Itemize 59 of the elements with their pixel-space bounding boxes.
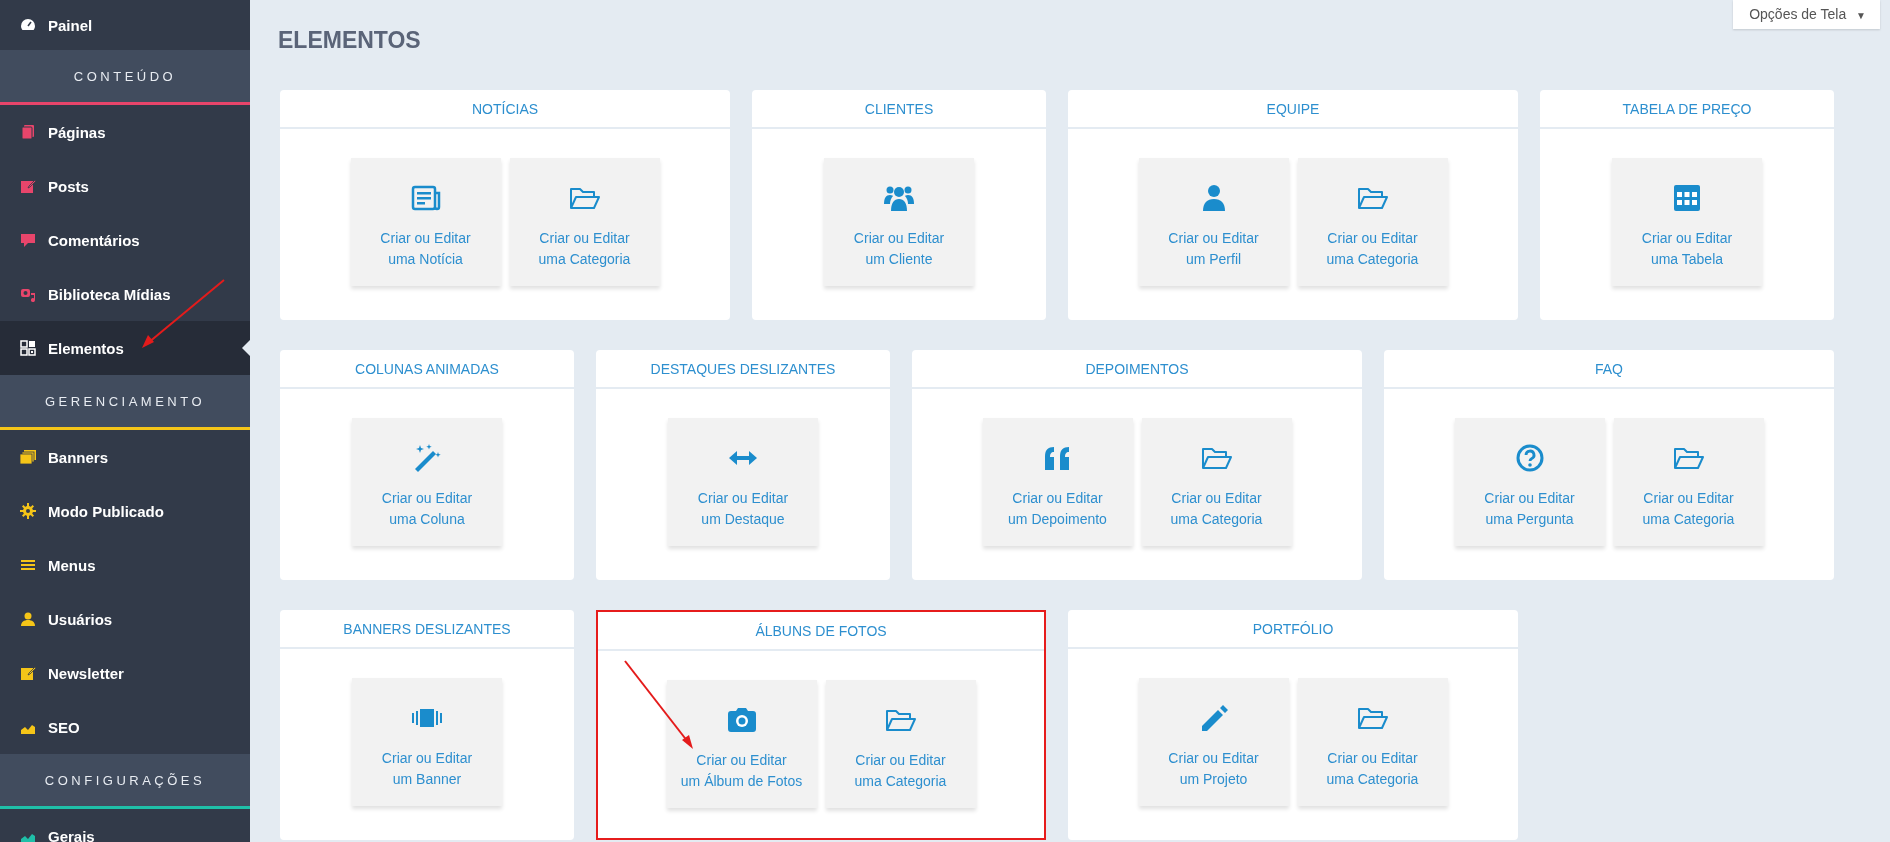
card-title: DESTAQUES DESLIZANTES <box>650 360 836 377</box>
section-header: CONTEÚDO <box>0 50 250 105</box>
tile-button[interactable]: Criar ou Editar uma Categoria <box>1141 418 1292 546</box>
tile-button[interactable]: Criar ou Editar um Cliente <box>824 158 974 286</box>
table-icon <box>1671 182 1703 214</box>
card-title: EQUIPE <box>1266 100 1320 117</box>
section-header: GERENCIAMENTO <box>0 375 250 430</box>
nav-item[interactable]: Painel <box>0 0 250 50</box>
person-icon <box>20 611 36 627</box>
media-icon <box>20 286 36 302</box>
tile-button[interactable]: Criar ou Editar uma Coluna <box>352 418 502 546</box>
tile-button[interactable]: Criar ou Editar um Álbum de Fotos <box>666 680 817 808</box>
tile-button[interactable]: Criar ou Editar uma Categoria <box>825 680 976 808</box>
grid-icon <box>20 340 36 356</box>
tile-button[interactable]: Criar ou Editar uma Pergunta <box>1454 418 1605 546</box>
card-title: BANNERS DESLIZANTES <box>343 620 511 637</box>
tile-button[interactable]: Criar ou Editar uma Categoria <box>1297 158 1448 286</box>
nav-item[interactable]: Menus <box>0 538 250 592</box>
card-title: CLIENTES <box>864 100 934 117</box>
tile-button[interactable]: Criar ou Editar um Perfil <box>1138 158 1289 286</box>
tile-button[interactable]: Criar ou Editar uma Categoria <box>1613 418 1764 546</box>
nav-item[interactable]: Posts <box>0 159 250 213</box>
tile-button[interactable]: Criar ou Editar um Banner <box>352 678 502 806</box>
tile-button[interactable]: Criar ou Editar uma Tabela <box>1612 158 1762 286</box>
speech-bubble-icon <box>20 232 36 248</box>
card-title: COLUNAS ANIMADAS <box>355 360 499 377</box>
nav-item[interactable]: Comentários <box>0 213 250 267</box>
nav-item[interactable]: Páginas <box>0 105 250 159</box>
tile-button[interactable]: Criar ou Editar um Projeto <box>1138 678 1289 806</box>
card-title: DEPOIMENTOS <box>1085 360 1189 377</box>
edit-icon <box>20 665 36 681</box>
card-title: NOTÍCIAS <box>471 100 539 117</box>
tile-button[interactable]: Criar ou Editar uma Categoria <box>509 158 660 286</box>
pointer-notch <box>242 340 250 356</box>
nav-item[interactable]: Banners <box>0 430 250 484</box>
tile-button[interactable]: Criar ou Editar um Destaque <box>668 418 818 546</box>
card-title: FAQ <box>1595 360 1623 377</box>
card-title: TABELA DE PREÇO <box>1622 100 1752 117</box>
nav-item[interactable]: Gerais <box>0 809 250 842</box>
tile-button[interactable]: Criar ou Editar um Depoimento <box>982 418 1133 546</box>
card-title: ÁLBUNS DE FOTOS <box>755 622 887 639</box>
tile-button[interactable]: Criar ou Editar uma Categoria <box>1297 678 1448 806</box>
pictures-icon <box>20 449 36 465</box>
edit-icon <box>20 178 36 194</box>
nav-item[interactable]: Modo Publicado <box>0 484 250 538</box>
screen-options-button[interactable]: Opções de Tela ▼ <box>1733 0 1880 29</box>
pages-icon <box>20 124 36 140</box>
gauge-icon <box>20 17 36 33</box>
nav-item[interactable]: Biblioteca Mídias <box>0 267 250 321</box>
nav-item[interactable]: Usuários <box>0 592 250 646</box>
gear-icon <box>20 503 36 519</box>
nav-item[interactable]: Newsletter <box>0 646 250 700</box>
nav-item[interactable]: Elementos <box>0 321 250 375</box>
tile-button[interactable]: Criar ou Editar uma Notícia <box>350 158 501 286</box>
card-title: PORTFÓLIO <box>1252 620 1334 637</box>
nav-item[interactable]: SEO <box>0 700 250 754</box>
section-header: CONFIGURAÇÕES <box>0 754 250 809</box>
menu-icon <box>20 557 36 573</box>
page-title: ELEMENTOS <box>278 27 422 55</box>
